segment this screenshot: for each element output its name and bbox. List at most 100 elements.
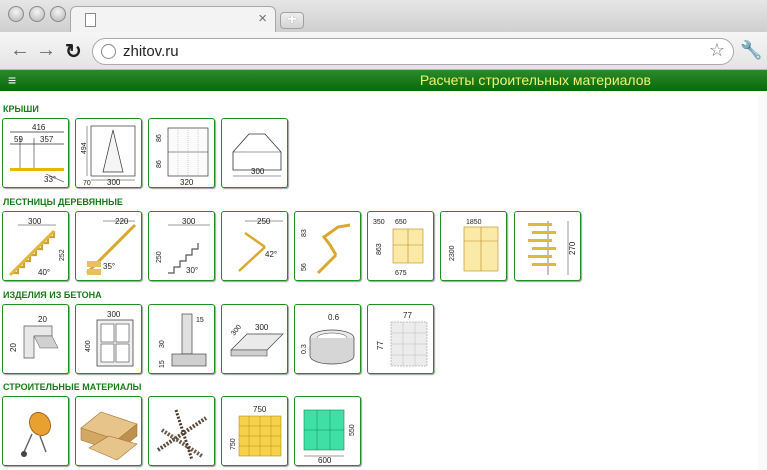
roof-diagram-1: 416 59 357 33° [10, 123, 65, 184]
roof1-angle-label: 33° [44, 175, 56, 184]
roof-calc-tile[interactable]: 416 59 357 33° [2, 118, 69, 188]
site-header: ≡ Расчеты строительных материалов [0, 70, 767, 91]
page-icon [85, 13, 96, 27]
stair-diagram-4: 250 42° [238, 217, 283, 272]
drywall-calc-tile[interactable]: 550 600 [294, 396, 361, 466]
stair7-height-label: 2300 [449, 245, 456, 261]
stair3-width-label: 300 [182, 217, 196, 226]
back-arrow-icon[interactable]: ← [10, 40, 30, 60]
browser-titlebar: × + [0, 0, 767, 33]
concrete-diagram-5: 0.6 0.3 [301, 313, 355, 365]
roof2-side-label: 70 [83, 180, 91, 186]
concrete-diagram-6: 77 77 [376, 311, 428, 367]
concrete6-a-label: 77 [403, 311, 412, 320]
concrete3-a-label: 15 [196, 317, 204, 324]
concrete3-b-label: 30 [159, 340, 166, 348]
concrete-diagram-2: 300 400 [85, 310, 134, 367]
wrench-icon[interactable]: 🔧 [740, 40, 762, 61]
globe-icon [101, 44, 116, 59]
concrete5-b-label: 0.3 [301, 344, 308, 354]
stair-calc-tile[interactable]: 1850 2300 [440, 211, 507, 281]
stair6-b-label: 650 [395, 219, 407, 226]
stair8-height-label: 270 [568, 241, 577, 255]
concrete1-width-label: 20 [38, 315, 47, 324]
lumber-tile[interactable] [75, 396, 142, 466]
tile-diagram: 750 750 [230, 405, 282, 457]
concrete4-depth-label: 300 [230, 324, 243, 338]
address-bar[interactable]: zhitov.ru ☆ [92, 38, 734, 65]
url-text[interactable]: zhitov.ru [123, 43, 179, 60]
tab-close-icon[interactable]: × [258, 10, 267, 27]
stair1-angle-label: 40° [38, 268, 50, 277]
section-title-concrete-products: ИЗДЕЛИЯ ИЗ БЕТОНА [3, 290, 102, 300]
stair-calc-tile[interactable]: 300 252 40° [2, 211, 69, 281]
new-tab-button[interactable]: + [280, 12, 304, 29]
concrete-diagram-4: 300 300 [230, 323, 284, 357]
roof1-top-label: 416 [32, 123, 46, 132]
concrete5-a-label: 0.6 [328, 313, 340, 322]
zoom-window-button[interactable] [50, 6, 66, 22]
rebar-icon [156, 409, 208, 461]
concrete2-width-label: 300 [107, 310, 121, 319]
stair-calc-tile[interactable]: 270 [514, 211, 581, 281]
stair-calc-tile[interactable]: 250 42° [221, 211, 288, 281]
roof-calc-tile[interactable]: 86 86 320 [148, 118, 215, 188]
roof1-a-label: 59 [14, 135, 23, 144]
stair1-width-label: 300 [28, 217, 42, 226]
section-title-building-materials: СТРОИТЕЛЬНЫЕ МАТЕРИАЛЫ [3, 382, 142, 392]
concrete-calc-tile[interactable]: 300 400 [75, 304, 142, 374]
stair6-width-label: 675 [395, 270, 407, 277]
stair-calc-tile[interactable]: 220 35° [75, 211, 142, 281]
drywall-diagram: 550 600 [303, 409, 356, 464]
concrete-mixer-tile[interactable] [2, 396, 69, 466]
stair-calc-tile[interactable]: 350 650 863 675 [367, 211, 434, 281]
stair3-angle-label: 30° [186, 266, 198, 275]
stair5-b-label: 56 [301, 263, 308, 271]
roof-diagram-4: 300 [232, 133, 282, 177]
stair-calc-tile[interactable]: 83 56 [294, 211, 361, 281]
roof2-height-label: 494 [81, 142, 88, 154]
close-window-button[interactable] [8, 6, 24, 22]
stair2-width-label: 220 [115, 217, 129, 226]
concrete-calc-tile[interactable]: 15 30 15 [148, 304, 215, 374]
concrete-calc-tile[interactable]: 300 300 [221, 304, 288, 374]
stair7-width-label: 1850 [466, 219, 482, 226]
stair-diagram-8: 270 [528, 221, 577, 275]
stair5-a-label: 83 [301, 229, 308, 237]
stair-diagram-1: 300 252 40° [8, 217, 66, 277]
roof-diagram-3: 86 86 320 [156, 127, 209, 186]
roof-diagram-2: 494 300 70 [81, 125, 136, 186]
stair3-height-label: 250 [156, 251, 163, 263]
lumber-icon [80, 411, 138, 461]
roof1-b-label: 357 [40, 135, 54, 144]
stair-diagram-6: 350 650 863 675 [373, 219, 424, 277]
roof-calc-tile[interactable]: 300 [221, 118, 288, 188]
concrete-diagram-1: 20 20 [9, 315, 59, 359]
concrete-diagram-3: 15 30 15 [159, 313, 207, 368]
roof3-a-label: 86 [156, 134, 163, 142]
menu-icon[interactable]: ≡ [8, 72, 16, 88]
stair-diagram-5: 83 56 [301, 223, 351, 275]
stair2-angle-label: 35° [103, 262, 115, 271]
stair4-width-label: 250 [257, 217, 271, 226]
page-scroll-area [758, 95, 767, 470]
concrete-calc-tile[interactable]: 20 20 [2, 304, 69, 374]
stair-calc-tile[interactable]: 300 250 30° [148, 211, 215, 281]
roof-calc-tile[interactable]: 494 300 70 [75, 118, 142, 188]
rebar-tile[interactable] [148, 396, 215, 466]
tile-width-label: 750 [253, 405, 267, 414]
concrete-calc-tile[interactable]: 77 77 [367, 304, 434, 374]
concrete-calc-tile[interactable]: 0.6 0.3 [294, 304, 361, 374]
tile-calc-tile[interactable]: 750 750 [221, 396, 288, 466]
roof3-width-label: 320 [180, 178, 194, 186]
drywall-width-label: 600 [318, 456, 332, 464]
roof3-b-label: 86 [156, 160, 163, 168]
bookmark-star-icon[interactable]: ☆ [709, 40, 725, 61]
stair1-height-label: 252 [59, 249, 66, 261]
concrete-mixer-icon [21, 412, 51, 457]
minimize-window-button[interactable] [29, 6, 45, 22]
concrete2-height-label: 400 [85, 340, 92, 352]
browser-tab[interactable]: × [70, 6, 276, 33]
forward-arrow-icon[interactable]: → [36, 40, 56, 60]
reload-icon[interactable]: ↻ [65, 39, 82, 64]
